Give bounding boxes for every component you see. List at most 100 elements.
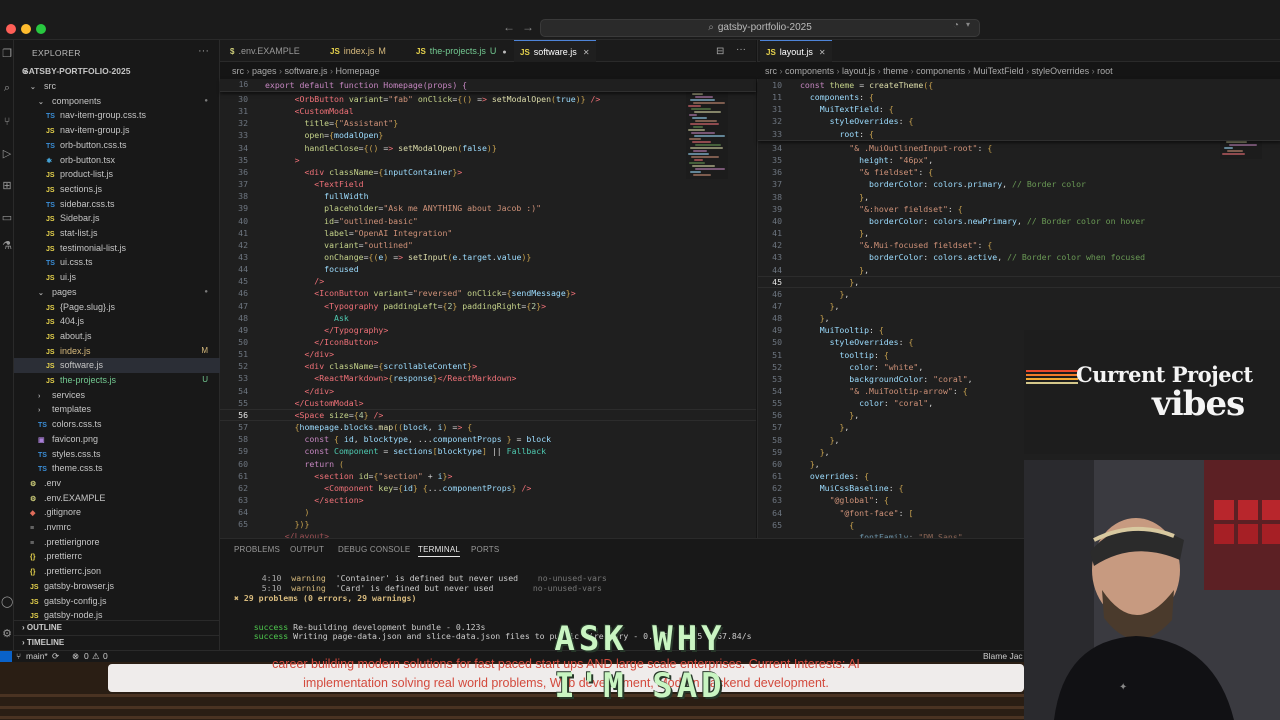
tree-file[interactable]: TS colors.css.ts bbox=[14, 417, 220, 432]
tree-folder[interactable]: ⌄ components ● bbox=[14, 94, 220, 109]
tree-file[interactable]: ◆ .gitignore bbox=[14, 505, 220, 520]
tree-file[interactable]: JS ui.js bbox=[14, 270, 220, 285]
tree-file[interactable]: TS sidebar.css.ts bbox=[14, 197, 220, 212]
breadcrumb-item[interactable]: styleOverrides bbox=[1032, 66, 1090, 76]
panel-tab[interactable]: PROBLEMS bbox=[234, 545, 280, 554]
tree-file[interactable]: JS index.js M bbox=[14, 344, 220, 359]
editor-tab[interactable]: JS index.js M bbox=[324, 40, 398, 62]
breadcrumb-item[interactable]: Homepage bbox=[336, 66, 380, 76]
minimap-line bbox=[688, 129, 705, 131]
code-editor-left[interactable]: 16 export default function Homepage(prop… bbox=[220, 79, 756, 541]
breadcrumb-item[interactable]: theme bbox=[883, 66, 908, 76]
zoom-window-button[interactable] bbox=[36, 24, 46, 34]
breadcrumb-item[interactable]: pages bbox=[252, 66, 277, 76]
tree-file[interactable]: JS testimonial-list.js bbox=[14, 241, 220, 256]
chevron-down-icon[interactable]: ▾ bbox=[966, 20, 970, 29]
editor-tab[interactable]: $ .env.EXAMPLE bbox=[224, 40, 312, 62]
line-number: 58 bbox=[772, 434, 782, 445]
command-center-search[interactable]: ⌕ gatsby-portfolio-2025 bbox=[540, 19, 980, 37]
tab-label: software.js bbox=[533, 47, 577, 57]
forward-arrow-icon[interactable]: → bbox=[522, 20, 534, 34]
breadcrumb-item[interactable]: software.js bbox=[285, 66, 328, 76]
tree-file[interactable]: ⚙ .env bbox=[14, 476, 220, 491]
copilot-icon[interactable]: ◔ bbox=[953, 20, 959, 31]
warning-level: warning bbox=[291, 583, 326, 593]
tree-file[interactable]: JS nav-item-group.js bbox=[14, 123, 220, 138]
breadcrumb-item[interactable]: components bbox=[916, 66, 965, 76]
panel-tab[interactable]: TERMINAL bbox=[418, 545, 461, 557]
code-line: <Typography paddingLeft={2} paddingRight… bbox=[324, 300, 547, 311]
tree-file[interactable]: JS product-list.js bbox=[14, 167, 220, 182]
tree-file[interactable]: TS theme.css.ts bbox=[14, 461, 220, 476]
tree-file[interactable]: ▣ favicon.png bbox=[14, 432, 220, 447]
breadcrumb-item[interactable]: root bbox=[1097, 66, 1113, 76]
search-icon[interactable]: ⌕ bbox=[1, 82, 13, 94]
minimap[interactable] bbox=[686, 79, 728, 179]
tree-file[interactable]: {} .prettierrc.json bbox=[14, 564, 220, 579]
tree-file[interactable]: ≡ .prettierignore bbox=[14, 535, 220, 550]
line-number: 37 bbox=[238, 179, 248, 190]
explorer-icon[interactable]: ❐ bbox=[1, 48, 13, 60]
unsaved-dot-icon[interactable]: ● bbox=[502, 49, 506, 56]
breadcrumb-item[interactable]: components bbox=[785, 66, 834, 76]
tree-file[interactable]: TS nav-item-group.css.ts bbox=[14, 108, 220, 123]
tree-file[interactable]: ⚛ orb-button.tsx bbox=[14, 153, 220, 168]
editor-tab[interactable]: JS the-projects.js U ● bbox=[410, 40, 513, 62]
breadcrumb-item[interactable]: src bbox=[232, 66, 244, 76]
tree-file[interactable]: JS gatsby-browser.js bbox=[14, 579, 220, 594]
code-line: fullWidth bbox=[324, 191, 369, 202]
line-number: 34 bbox=[238, 142, 248, 153]
breadcrumb-item[interactable]: src bbox=[765, 66, 777, 76]
run-debug-icon[interactable]: ▷ bbox=[1, 148, 13, 160]
tree-file[interactable]: {} .prettierrc bbox=[14, 549, 220, 564]
tree-folder[interactable]: ⌄ src bbox=[14, 79, 220, 94]
minimap-line bbox=[695, 96, 713, 98]
tree-file[interactable]: JS the-projects.js U bbox=[14, 373, 220, 388]
tree-file[interactable]: JS sections.js bbox=[14, 182, 220, 197]
editor-tab[interactable]: JS layout.js ✕ bbox=[760, 40, 832, 62]
minimap-line bbox=[695, 144, 721, 146]
line-number: 30 bbox=[238, 94, 248, 104]
close-icon[interactable]: ✕ bbox=[583, 48, 590, 57]
close-window-button[interactable] bbox=[6, 24, 16, 34]
tree-folder[interactable]: › templates bbox=[14, 402, 220, 417]
breadcrumb-item[interactable]: MuiTextField bbox=[973, 66, 1024, 76]
tree-file[interactable]: JS about.js bbox=[14, 329, 220, 344]
tree-file[interactable]: TS styles.css.ts bbox=[14, 447, 220, 462]
tree-file[interactable]: TS ui.css.ts bbox=[14, 255, 220, 270]
close-icon[interactable]: ✕ bbox=[819, 48, 826, 57]
source-control-icon[interactable]: ⑂ bbox=[1, 116, 13, 128]
back-arrow-icon[interactable]: ← bbox=[503, 20, 515, 34]
panel-tab[interactable]: OUTPUT bbox=[290, 545, 324, 554]
editor-tab[interactable]: JS software.js ✕ bbox=[514, 40, 596, 62]
tree-item-label: index.js bbox=[60, 345, 91, 356]
line-number: 50 bbox=[238, 337, 248, 347]
tree-file[interactable]: TS orb-button.css.ts bbox=[14, 138, 220, 153]
code-line: }, bbox=[859, 228, 870, 239]
line-number: 58 bbox=[238, 434, 248, 445]
tree-file[interactable]: JS {Page.slug}.js bbox=[14, 300, 220, 315]
tree-folder[interactable]: ⌄ pages ● bbox=[14, 285, 220, 300]
tree-file[interactable]: JS software.js bbox=[14, 358, 220, 373]
more-actions-icon[interactable]: ··· bbox=[198, 45, 209, 57]
minimize-window-button[interactable] bbox=[21, 24, 31, 34]
more-actions-icon[interactable]: ··· bbox=[736, 44, 746, 55]
tree-file[interactable]: ⚙ .env.EXAMPLE bbox=[14, 491, 220, 506]
account-icon[interactable]: ◯ bbox=[1, 596, 13, 608]
tree-file[interactable]: JS 404.js bbox=[14, 314, 220, 329]
breadcrumb-item[interactable]: layout.js bbox=[842, 66, 875, 76]
testing-icon[interactable]: ⚗ bbox=[1, 240, 13, 252]
workspace-root[interactable]: ▼GATSBY-PORTFOLIO-2025 bbox=[14, 64, 220, 79]
tree-folder[interactable]: › services bbox=[14, 388, 220, 403]
line-number: 51 bbox=[772, 349, 782, 360]
split-editor-icon[interactable]: ⊟ bbox=[716, 46, 724, 57]
tree-file[interactable]: ≡ .nvmrc bbox=[14, 520, 220, 535]
tree-file[interactable]: JS stat-list.js bbox=[14, 226, 220, 241]
remote-explorer-icon[interactable]: ▭ bbox=[1, 212, 13, 224]
panel-tab[interactable]: PORTS bbox=[471, 545, 499, 554]
extensions-icon[interactable]: ⊞ bbox=[1, 180, 13, 192]
panel-tab[interactable]: DEBUG CONSOLE bbox=[338, 545, 410, 554]
tree-file[interactable]: JS Sidebar.js bbox=[14, 211, 220, 226]
tree-item-label: product-list.js bbox=[60, 169, 114, 180]
tree-file[interactable]: JS gatsby-config.js bbox=[14, 594, 220, 609]
